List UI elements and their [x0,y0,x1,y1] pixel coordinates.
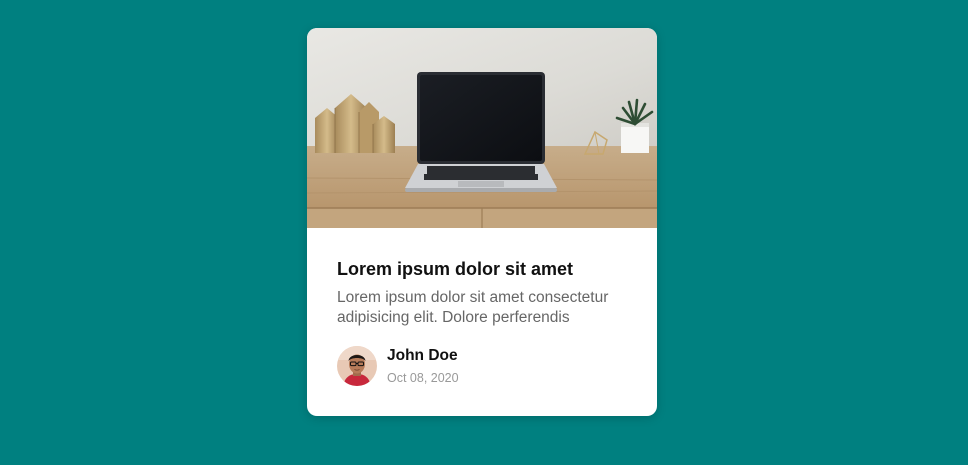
blog-card[interactable]: Lorem ipsum dolor sit amet Lorem ipsum d… [307,28,657,416]
author-block: John Doe Oct 08, 2020 [337,346,627,386]
card-image [307,28,657,228]
card-body: Lorem ipsum dolor sit amet Lorem ipsum d… [307,228,657,386]
user-avatar-icon [337,346,377,386]
author-name[interactable]: John Doe [387,346,459,366]
author-info: John Doe Oct 08, 2020 [387,346,459,386]
card-description: Lorem ipsum dolor sit amet consectetur a… [337,289,609,326]
avatar[interactable] [337,346,377,386]
card-title[interactable]: Lorem ipsum dolor sit amet [337,258,627,280]
page-background: Lorem ipsum dolor sit amet Lorem ipsum d… [0,0,968,465]
post-date: Oct 08, 2020 [387,371,459,385]
laptop-photo-icon [307,28,657,228]
